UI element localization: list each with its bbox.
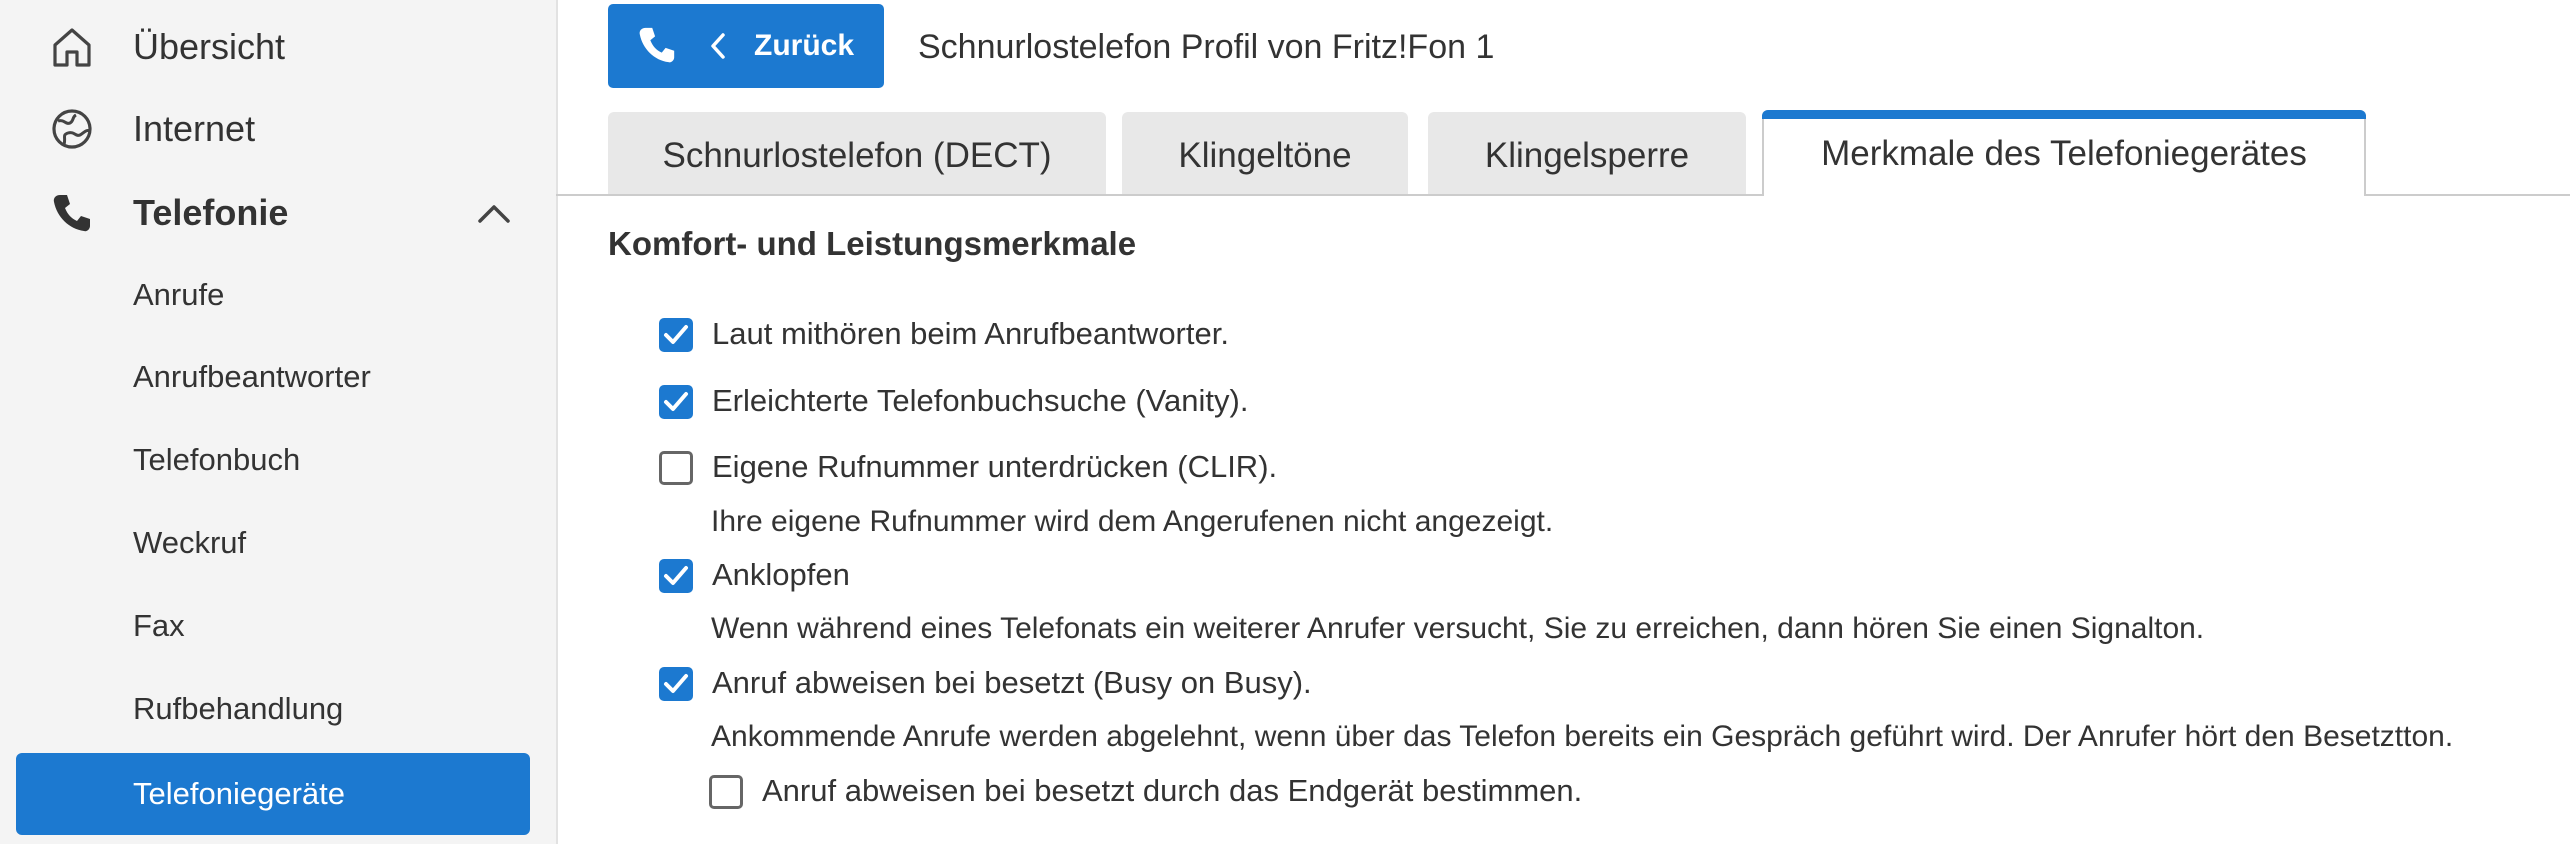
sidebar-item-weckruf[interactable]: Weckruf: [16, 502, 530, 584]
back-button-label: Zurück: [754, 29, 855, 62]
sidebar-item-uebersicht[interactable]: Übersicht: [0, 6, 556, 88]
option-label: Anruf abweisen bei besetzt durch das End…: [762, 773, 1583, 808]
option-label: Eigene Rufnummer unterdrücken (CLIR).: [712, 449, 1278, 484]
tab-klingelsperre[interactable]: Klingelsperre: [1428, 112, 1746, 194]
sidebar-item-label: Telefonie: [133, 192, 289, 233]
sidebar-item-fax[interactable]: Fax: [16, 585, 530, 667]
section-title: Komfort- und Leistungsmerkmale: [608, 225, 1137, 262]
sidebar-item-label: Übersicht: [133, 26, 286, 67]
tab-label: Schnurlostelefon (DECT): [662, 136, 1052, 175]
sidebar-item-anrufbeantworter[interactable]: Anrufbeantworter: [16, 336, 530, 418]
sidebar-item-label: Fax: [133, 608, 185, 643]
checkbox-busy-endgeraet[interactable]: [709, 775, 743, 809]
sidebar-item-label: Telefonbuch: [133, 442, 301, 477]
chevron-left-icon: [708, 32, 728, 60]
checkmark-icon: [664, 674, 688, 693]
checkmark-icon: [664, 566, 688, 585]
sidebar-item-telefonbuch[interactable]: Telefonbuch: [16, 419, 530, 501]
page-title: Schnurlostelefon Profil von Fritz!Fon 1: [918, 28, 1495, 66]
globe-icon: [50, 107, 94, 151]
sidebar-item-rufbehandlung[interactable]: Rufbehandlung: [16, 668, 530, 750]
sidebar-item-label: Anrufe: [133, 277, 225, 312]
option-label: Anruf abweisen bei besetzt (Busy on Busy…: [712, 665, 1312, 700]
sidebar-item-telefonie[interactable]: Telefonie: [0, 172, 556, 254]
option-description: Ankommende Anrufe werden abgelehnt, wenn…: [711, 720, 2454, 753]
sidebar-item-label: Internet: [133, 108, 256, 149]
sidebar-item-label: Telefoniegeräte: [133, 776, 345, 811]
checkbox-laut-mithoeren[interactable]: [659, 318, 693, 352]
back-button[interactable]: Zurück: [608, 4, 884, 88]
tab-schnurlostelefon[interactable]: Schnurlostelefon (DECT): [608, 112, 1106, 194]
checkbox-vanity[interactable]: [659, 385, 693, 419]
home-icon: [50, 25, 94, 69]
tab-label: Merkmale des Telefoniegerätes: [1821, 134, 2307, 173]
checkmark-icon: [664, 325, 688, 344]
tab-label: Klingelsperre: [1484, 136, 1690, 175]
option-label: Erleichterte Telefonbuchsuche (Vanity).: [712, 383, 1249, 418]
phone-icon: [636, 24, 678, 66]
tab-label: Klingeltöne: [1178, 136, 1352, 175]
sidebar-item-internet[interactable]: Internet: [0, 88, 556, 170]
sidebar-item-anrufe[interactable]: Anrufe: [16, 254, 530, 336]
checkbox-busy-on-busy[interactable]: [659, 667, 693, 701]
tab-klingeltoene[interactable]: Klingeltöne: [1122, 112, 1408, 194]
checkbox-anklopfen[interactable]: [659, 559, 693, 593]
option-description: Wenn während eines Telefonats ein weiter…: [711, 612, 2205, 645]
phone-icon: [50, 191, 94, 235]
option-label: Laut mithören beim Anrufbeantworter.: [712, 316, 1229, 351]
tab-merkmale[interactable]: Merkmale des Telefoniegerätes: [1762, 110, 2366, 196]
sidebar: Übersicht Internet Telefonie Anrufe Anru…: [0, 0, 558, 844]
option-label: Anklopfen: [712, 557, 850, 592]
chevron-up-icon[interactable]: [474, 197, 514, 229]
sidebar-item-label: Rufbehandlung: [133, 691, 344, 726]
checkmark-icon: [664, 392, 688, 411]
option-description: Ihre eigene Rufnummer wird dem Angerufen…: [711, 505, 1554, 538]
sidebar-item-label: Anrufbeantworter: [133, 359, 371, 394]
sidebar-item-label: Weckruf: [133, 525, 247, 560]
checkbox-clir[interactable]: [659, 451, 693, 485]
sidebar-item-telefoniegeraete[interactable]: Telefoniegeräte: [16, 753, 530, 835]
